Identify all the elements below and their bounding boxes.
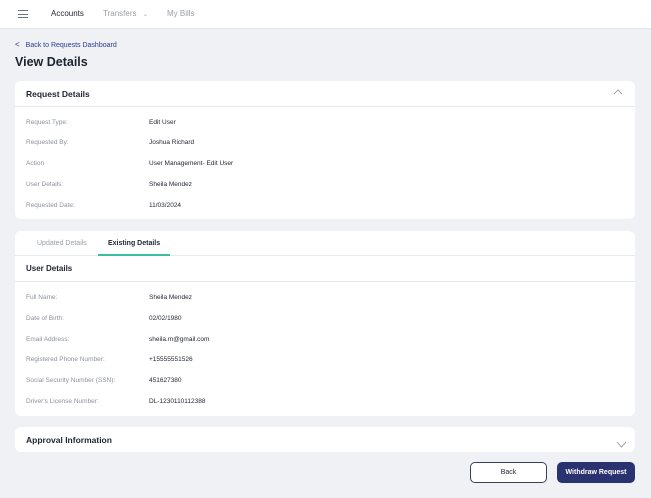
detail-value: DL-1230110112388 (149, 398, 206, 405)
withdraw-request-button[interactable]: Withdraw Request (557, 462, 635, 483)
detail-label: Driver's License Number: (26, 398, 99, 405)
back-link-label: Back to Requests Dashboard (25, 42, 117, 49)
detail-value: Edit User (149, 119, 176, 126)
detail-label: Email Address: (26, 336, 70, 343)
page-title: View Details (15, 55, 88, 69)
detail-value: +15555551526 (149, 356, 193, 363)
request-details-title: Request Details (26, 89, 90, 99)
back-button[interactable]: Back (470, 462, 547, 483)
chevron-up-icon[interactable] (613, 87, 627, 101)
detail-label: Date of Birth: (26, 315, 64, 322)
request-details-card: Request Details Request Type: Edit User … (15, 81, 635, 219)
nav-accounts[interactable]: Accounts (51, 9, 84, 19)
detail-value: Sheila Mendez (149, 294, 192, 301)
detail-label: Requested By: (26, 139, 69, 146)
detail-label: Requested Date: (26, 202, 75, 209)
tab-existing-details[interactable]: Existing Details (108, 240, 160, 247)
tab-updated-details[interactable]: Updated Details (37, 240, 87, 247)
chevron-left-icon: < (15, 40, 20, 49)
user-details-title: User Details (26, 264, 73, 273)
detail-label: Request Type: (26, 119, 68, 126)
detail-value: sheila.m@gmail.com (149, 336, 210, 343)
user-details-card: Updated Details Existing Details User De… (15, 231, 635, 416)
approval-information-card[interactable]: Approval Information (15, 427, 635, 452)
detail-label: Action (26, 160, 45, 167)
nav-transfers-label: Transfers (103, 9, 137, 18)
chevron-down-icon[interactable] (616, 435, 627, 453)
detail-value: Joshua Richard (149, 139, 195, 146)
user-details-header: User Details (15, 256, 635, 282)
nav-transfers[interactable]: Transfers ⌄ (103, 9, 148, 20)
back-to-dashboard-link[interactable]: < Back to Requests Dashboard (15, 40, 117, 51)
request-details-header[interactable]: Request Details (15, 81, 635, 107)
detail-value: 02/02/1980 (149, 315, 182, 322)
top-nav-bar: Accounts Transfers ⌄ My Bills (0, 0, 651, 29)
detail-label: Full Name: (26, 294, 58, 301)
nav-my-bills[interactable]: My Bills (167, 9, 195, 19)
chevron-down-icon: ⌄ (142, 11, 149, 18)
details-tabs: Updated Details Existing Details (15, 231, 635, 256)
detail-value: Sheila Mendez (149, 181, 192, 188)
detail-value: 451627380 (149, 377, 182, 384)
menu-icon[interactable] (18, 10, 28, 18)
approval-information-title: Approval Information (26, 435, 112, 445)
detail-value: 11/03/2024 (149, 202, 182, 209)
detail-label: Social Security Number (SSN): (26, 377, 116, 384)
detail-label: Registered Phone Number: (26, 356, 105, 363)
detail-label: User Details: (26, 181, 64, 188)
detail-value: User Management- Edit User (149, 160, 234, 167)
